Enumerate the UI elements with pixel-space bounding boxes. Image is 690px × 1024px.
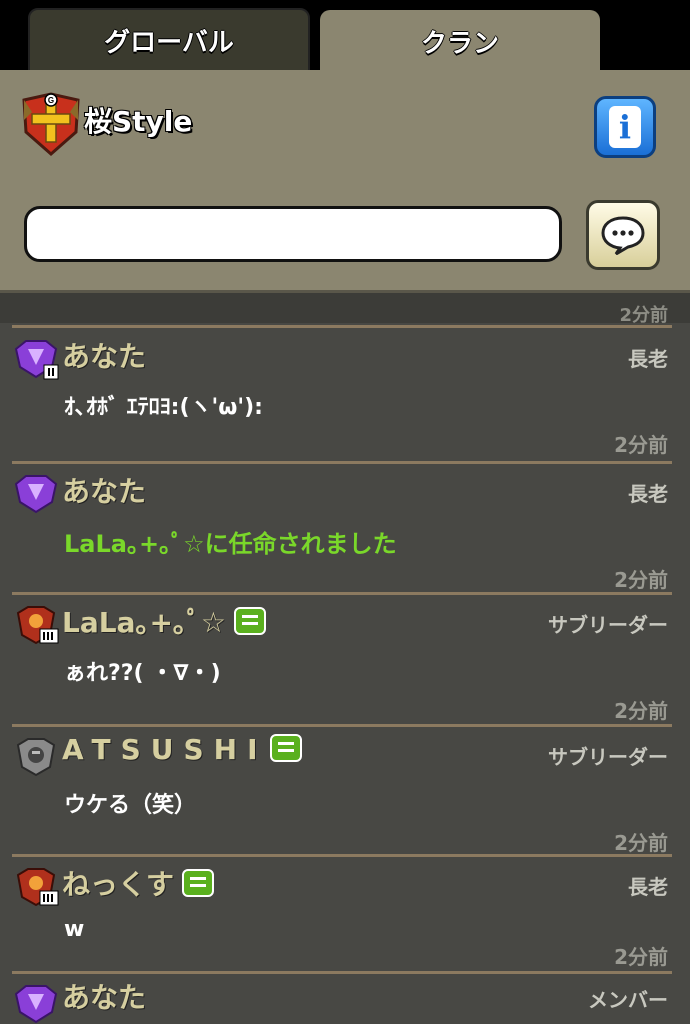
sender-role: サブリーダー <box>548 745 668 769</box>
sender-name-label: LaLa｡+｡ﾟ☆ <box>62 606 227 639</box>
sender-role: サブリーダー <box>548 613 668 637</box>
purple-league-icon <box>14 475 58 514</box>
sender-role: 長老 <box>628 347 668 371</box>
sender-name[interactable]: ATSUSHI <box>62 733 302 766</box>
message-text: w <box>64 917 85 942</box>
chat-input[interactable] <box>24 206 562 262</box>
speech-bubble-icon <box>601 216 645 255</box>
message-separator <box>12 325 672 328</box>
purple-league-icon <box>14 985 58 1024</box>
chat-list[interactable]: 2分前 あなた 長老 ｵ､ｵﾎﾞ ｴﾃﾛﾖ:(ヽ'ω'): 2分前 あなた 長老… <box>0 293 690 1024</box>
sender-role: 長老 <box>628 875 668 899</box>
sender-name-label: ATSUSHI <box>62 733 268 766</box>
sender-role: メンバー <box>588 988 668 1012</box>
message-separator <box>12 971 672 974</box>
clan-header: G 桜Style i <box>0 70 690 293</box>
message-separator <box>12 854 672 857</box>
message-text: ウケる（笑） <box>64 793 197 818</box>
message-separator <box>12 461 672 464</box>
tab-global[interactable]: グローバル <box>28 8 310 72</box>
system-message-text: LaLa｡+｡ﾟ☆に任命されました <box>64 530 397 558</box>
sender-name[interactable]: あなた <box>62 976 146 1016</box>
svg-text:G: G <box>48 96 54 105</box>
message-time: 2分前 <box>614 699 668 723</box>
message-separator <box>12 592 672 595</box>
chat-bubble-icon <box>269 734 302 762</box>
info-icon: i <box>609 106 641 148</box>
sender-role: 長老 <box>628 482 668 506</box>
send-message-button[interactable] <box>586 200 660 270</box>
silver-league-icon <box>16 738 56 777</box>
chat-bubble-icon <box>182 869 215 897</box>
purple-league-icon <box>14 340 59 380</box>
sender-name[interactable]: ねっくす <box>62 863 215 903</box>
clan-badge-icon[interactable]: G <box>20 92 82 156</box>
previous-message-remnant: 2分前 <box>0 293 690 326</box>
tab-bar: グローバル クラン <box>0 0 690 72</box>
tab-clan[interactable]: クラン <box>320 10 600 72</box>
message-text: ｵ､ｵﾎﾞ ｴﾃﾛﾖ:(ヽ'ω'): <box>64 395 263 420</box>
sender-name[interactable]: あなた <box>62 335 146 375</box>
clan-name: 桜Style <box>84 105 193 138</box>
message-time: 2分前 <box>614 568 668 592</box>
message-time: 2分前 <box>619 305 668 326</box>
red-league-icon <box>16 606 59 645</box>
message-time: 2分前 <box>614 433 668 457</box>
chat-bubble-icon <box>234 607 267 635</box>
red-league-icon <box>16 868 59 907</box>
message-text: ぁれ??( ・∇・) <box>64 661 221 686</box>
sender-name-label: ねっくす <box>62 868 175 901</box>
sender-name[interactable]: LaLa｡+｡ﾟ☆ <box>62 601 267 641</box>
message-time: 2分前 <box>614 831 668 855</box>
clan-info-button[interactable]: i <box>594 96 656 158</box>
message-time: 2分前 <box>614 945 668 969</box>
sender-name[interactable]: あなた <box>62 470 146 510</box>
message-separator <box>12 724 672 727</box>
